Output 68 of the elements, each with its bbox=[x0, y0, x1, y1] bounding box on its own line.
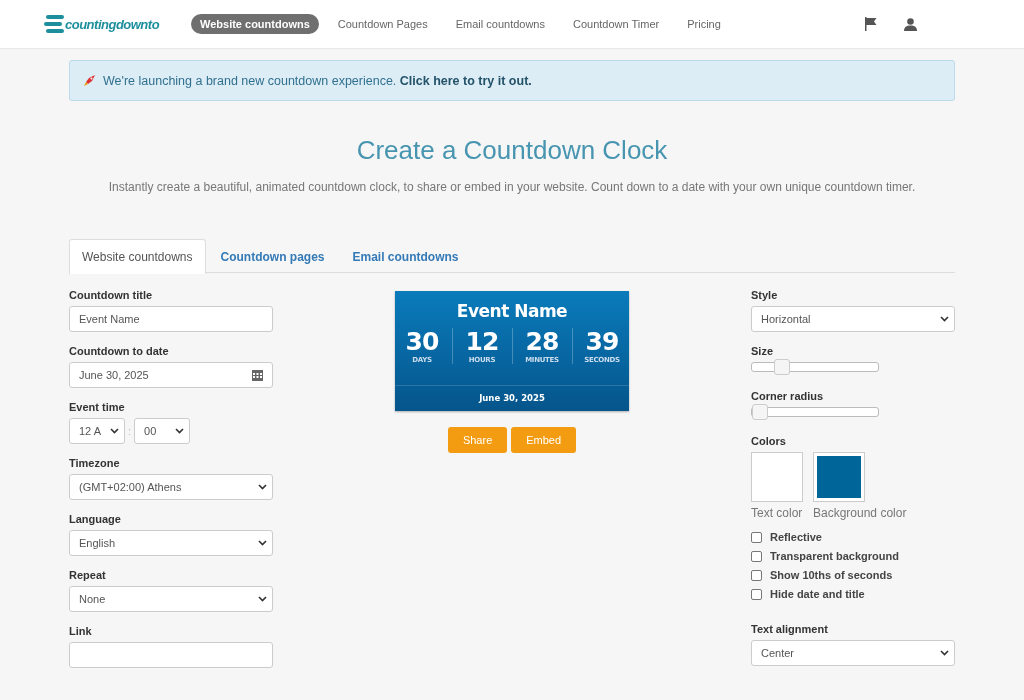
color-swatch[interactable] bbox=[814, 453, 864, 501]
slider-thumb[interactable] bbox=[774, 359, 790, 375]
field-label: Colors bbox=[751, 435, 787, 447]
text-field[interactable]: Event Name bbox=[69, 306, 273, 332]
countdown-number: 28 bbox=[525, 328, 559, 356]
checkbox[interactable] bbox=[751, 550, 762, 562]
checkbox[interactable] bbox=[751, 569, 762, 581]
field-label: Repeat bbox=[69, 569, 107, 581]
chevron-down-icon bbox=[258, 596, 267, 602]
field-label: Text alignment bbox=[751, 623, 829, 635]
page-subtitle: Instantly create a beautiful, animated countdown clock, to share or embed in your website. Count down to a date with your own unique countdown timer. bbox=[107, 180, 917, 194]
event-date: June 30, 2025 bbox=[395, 385, 629, 411]
try-it-link[interactable]: Click here to try it out. bbox=[399, 73, 532, 88]
nav-link[interactable]: Website countdowns bbox=[191, 14, 319, 34]
field-label: Size bbox=[751, 345, 774, 357]
countdown-number: 39 bbox=[585, 328, 619, 356]
stripes-icon bbox=[44, 15, 64, 33]
checkbox-label: Transparent background bbox=[770, 550, 899, 562]
swatch-label: Background color bbox=[813, 506, 907, 520]
slider-thumb[interactable] bbox=[752, 404, 768, 420]
nav-link[interactable]: Countdown Pages bbox=[328, 14, 437, 34]
select-field[interactable]: None bbox=[69, 586, 273, 612]
tab[interactable]: Countdown pages bbox=[207, 239, 338, 272]
select-field[interactable]: Horizontal bbox=[751, 306, 955, 332]
field-label: Timezone bbox=[69, 457, 121, 469]
checkbox[interactable] bbox=[751, 531, 762, 543]
chevron-down-icon bbox=[175, 428, 185, 434]
field-label: Style bbox=[751, 289, 779, 301]
countdown-number: 12 bbox=[465, 328, 499, 356]
select-field[interactable]: Center bbox=[751, 640, 955, 666]
swatch-label: Text color bbox=[751, 506, 803, 520]
banner-message: We're launching a brand new countdown experience. Click here to try it out. bbox=[103, 73, 532, 88]
field-label: Event time bbox=[69, 401, 126, 413]
text-field[interactable] bbox=[69, 642, 273, 668]
chevron-down-icon bbox=[110, 428, 119, 434]
logo[interactable]: countingdownto bbox=[65, 16, 160, 32]
hour-select[interactable]: 12 A bbox=[69, 418, 125, 444]
user-icon[interactable] bbox=[904, 17, 917, 31]
field-label: Countdown to date bbox=[69, 345, 170, 357]
tab[interactable]: Website countdowns bbox=[69, 239, 206, 274]
time-separator: : bbox=[128, 425, 132, 437]
field-label: Countdown title bbox=[69, 289, 154, 301]
rocket-icon bbox=[83, 74, 96, 87]
nav-link[interactable]: Pricing bbox=[678, 14, 730, 34]
date-field[interactable]: June 30, 2025 bbox=[69, 362, 273, 388]
chevron-down-icon bbox=[940, 650, 949, 656]
flag-icon[interactable] bbox=[864, 17, 877, 31]
chevron-down-icon bbox=[258, 540, 267, 546]
nav-link[interactable]: Email countdowns bbox=[446, 14, 554, 34]
select-field[interactable]: English bbox=[69, 530, 273, 556]
nav-link[interactable]: Countdown Timer bbox=[564, 14, 669, 34]
checkbox-label: Hide date and title bbox=[770, 588, 865, 600]
field-label: Corner radius bbox=[751, 390, 825, 402]
minute-select[interactable]: 00 bbox=[134, 418, 191, 444]
color-swatch[interactable] bbox=[752, 453, 802, 501]
tab[interactable]: Email countdowns bbox=[339, 239, 472, 272]
checkbox[interactable] bbox=[751, 588, 762, 600]
countdown-number: 30 bbox=[405, 328, 439, 356]
select-field[interactable]: (GMT+02:00) Athens bbox=[69, 474, 273, 500]
field-label: Link bbox=[69, 625, 93, 637]
checkbox-label: Reflective bbox=[770, 531, 822, 543]
event-title: Event Name bbox=[456, 301, 568, 321]
chevron-down-icon bbox=[940, 316, 949, 322]
calendar-icon[interactable] bbox=[252, 369, 263, 381]
chevron-down-icon bbox=[258, 484, 267, 490]
field-label: Language bbox=[69, 513, 122, 525]
page-title: Create a Countdown Clock bbox=[355, 135, 669, 166]
checkbox-label: Show 10ths of seconds bbox=[770, 569, 893, 581]
